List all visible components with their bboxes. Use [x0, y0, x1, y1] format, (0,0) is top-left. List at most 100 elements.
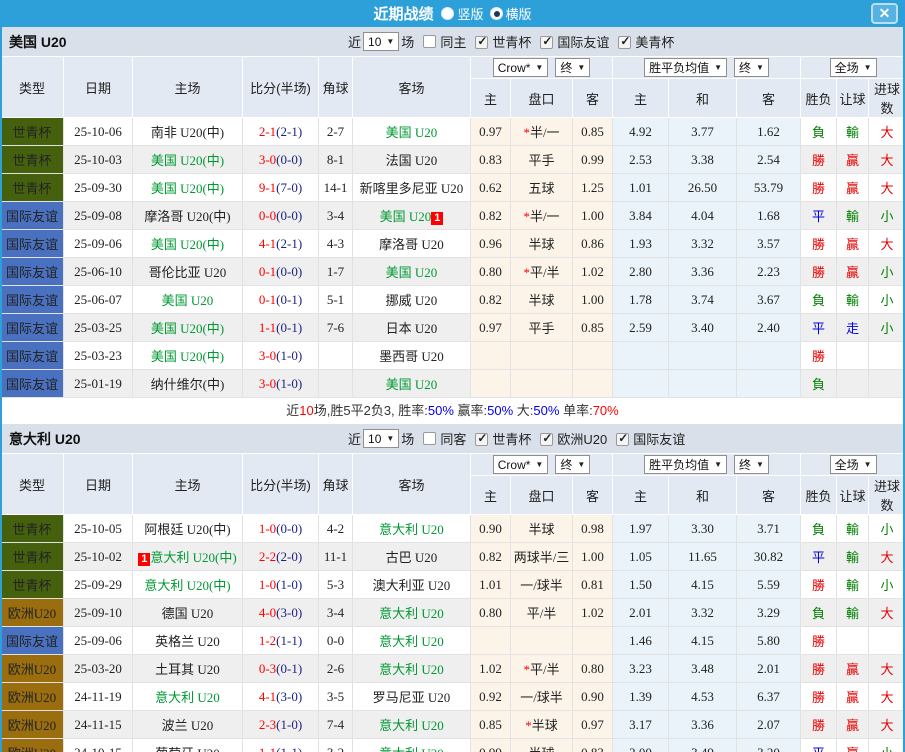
competition-checkbox[interactable] — [540, 431, 554, 446]
competition-checkbox[interactable] — [618, 34, 632, 49]
team-label: 挪威 U20 — [385, 293, 438, 308]
match-row: 欧洲U20 24-11-19 意大利 U20 4-1(3-0) 3-5 罗马尼亚… — [0, 682, 905, 711]
match-row: 世青杯 25-09-30 美国 U20(中) 9-1(7-0) 14-1 新喀里… — [0, 173, 905, 202]
layout-radio-vertical-label[interactable]: 竖版 — [457, 4, 483, 23]
avg-final-select[interactable]: 终 ▼ — [734, 58, 769, 77]
summary-part: 近 — [286, 403, 300, 418]
layout-radio-horizontal[interactable] — [489, 7, 503, 20]
same-venue-label: 同客 — [440, 432, 467, 447]
result-goals: 小 — [868, 570, 905, 599]
match-date: 25-09-06 — [63, 626, 133, 655]
avg-home: 1.78 — [612, 285, 669, 314]
match-date: 25-09-08 — [63, 201, 133, 230]
avg-draw: 3.77 — [668, 117, 737, 146]
match-row: 国际友谊 25-03-25 美国 U20(中) 1-1(0-1) 7-6 日本 … — [0, 313, 905, 342]
match-row: 国际友谊 25-06-10 哥伦比亚 U20 0-1(0-0) 1-7 美国 U… — [0, 257, 905, 286]
odds-away: 1.00 — [572, 542, 613, 571]
col-avg-away: 客 — [735, 78, 802, 118]
matches-table: 类型 日期 主场 比分(半场) 角球 客场 Crow* ▼ 终 ▼ 胜平负均值 … — [0, 56, 905, 398]
full-time-select[interactable]: 全场 ▼ — [829, 58, 877, 77]
handicap-line: *平/半 — [510, 654, 573, 683]
avg-home: 2.53 — [612, 145, 669, 174]
team-label: 波兰 U20 — [161, 718, 214, 733]
wdl-average-select[interactable]: 胜平负均值 ▼ — [644, 455, 727, 474]
odds-home — [470, 369, 511, 398]
col-corner: 角球 — [318, 56, 353, 118]
competition-type: 国际友谊 — [0, 369, 64, 398]
avg-draw: 3.49 — [668, 738, 737, 752]
team-label: 德国 U20 — [161, 606, 214, 621]
score: 1-1(1-1) — [242, 738, 319, 752]
avg-home: 4.92 — [612, 117, 669, 146]
wdl-average-select[interactable]: 胜平负均值 ▼ — [644, 58, 727, 77]
team-label: 美国 U20 — [161, 293, 214, 308]
bookmaker-select[interactable]: Crow* ▼ — [492, 455, 549, 474]
odds-home: 1.02 — [470, 654, 511, 683]
avg-draw: 3.36 — [668, 710, 737, 739]
result-group-header: 全场 ▼ — [800, 453, 905, 476]
competition-checkbox[interactable] — [540, 34, 554, 49]
odds-away: 0.98 — [572, 514, 613, 543]
score: 4-1(2-1) — [242, 229, 319, 258]
result-handicap: 贏 — [836, 257, 870, 286]
away-team: 日本 U20 — [352, 313, 471, 342]
result-handicap: 輸 — [836, 598, 870, 627]
filter-near-label: 近 — [348, 432, 362, 447]
competition-checkbox[interactable] — [616, 431, 630, 446]
avg-draw: 4.15 — [668, 570, 737, 599]
home-team: 美国 U20(中) — [132, 173, 243, 202]
avg-away: 2.01 — [735, 654, 802, 683]
handicap-line: *半球 — [510, 710, 573, 739]
competition-type: 国际友谊 — [0, 257, 64, 286]
handicap-line: 一/球半 — [510, 682, 573, 711]
col-avg-home: 主 — [612, 475, 669, 515]
team-label: 美国 U20(中) — [150, 237, 225, 252]
competition-checkbox[interactable] — [475, 431, 489, 446]
result-handicap: 贏 — [836, 229, 870, 258]
layout-radio-vertical[interactable] — [441, 7, 455, 20]
odds-final-select[interactable]: 终 ▼ — [555, 455, 591, 474]
match-count-select[interactable]: 10 ▼ — [363, 32, 400, 51]
match-row: 国际友谊 25-09-08 摩洛哥 U20(中) 0-0(0-0) 3-4 美国… — [0, 201, 905, 230]
close-button[interactable]: ✕ — [871, 3, 898, 24]
handicap-star: * — [523, 662, 530, 677]
competition-type: 世青杯 — [0, 570, 64, 599]
full-time-select[interactable]: 全场 ▼ — [829, 455, 877, 474]
result-handicap: 贏 — [836, 173, 870, 202]
result-wdl: 負 — [800, 369, 838, 398]
team-label: 日本 U20 — [385, 321, 438, 336]
home-team: 纳什维尔(中) — [132, 369, 243, 398]
result-goals: 小 — [868, 285, 905, 314]
odds-away: 0.97 — [572, 710, 613, 739]
result-wdl: 負 — [800, 285, 838, 314]
match-count-select[interactable]: 10 ▼ — [363, 429, 400, 448]
same-venue-checkbox[interactable] — [423, 35, 437, 48]
match-row: 世青杯 25-09-29 意大利 U20(中) 1-0(1-0) 5-3 澳大利… — [0, 570, 905, 599]
odds-final-select[interactable]: 终 ▼ — [555, 58, 591, 77]
bookmaker-select[interactable]: Crow* ▼ — [492, 58, 549, 77]
result-goals: 大 — [868, 654, 905, 683]
chevron-down-icon: ▼ — [386, 434, 395, 443]
avg-home: 1.01 — [612, 173, 669, 202]
away-team: 意大利 U20 — [352, 654, 471, 683]
same-venue-label: 同主 — [440, 35, 467, 50]
result-wdl: 平 — [800, 738, 838, 752]
col-avg-draw: 和 — [668, 475, 737, 515]
same-venue-checkbox[interactable] — [423, 432, 437, 445]
avg-away: 5.59 — [735, 570, 802, 599]
team-label: 意大利 U20 — [379, 746, 444, 752]
avg-final-select[interactable]: 终 ▼ — [734, 455, 769, 474]
result-wdl: 勝 — [800, 682, 838, 711]
odds-away: 0.80 — [572, 654, 613, 683]
away-team: 意大利 U20 — [352, 598, 471, 627]
odds-away: 0.85 — [572, 117, 613, 146]
home-team: 哥伦比亚 U20 — [132, 257, 243, 286]
avg-away: 3.57 — [735, 229, 802, 258]
chevron-down-icon: ▼ — [863, 63, 872, 72]
home-team: 土耳其 U20 — [132, 654, 243, 683]
match-row: 国际友谊 25-06-07 美国 U20 0-1(0-1) 5-1 挪威 U20… — [0, 285, 905, 314]
competition-checkbox[interactable] — [475, 34, 489, 49]
score: 4-0(3-0) — [242, 598, 319, 627]
avg-away: 2.07 — [735, 710, 802, 739]
layout-radio-horizontal-label[interactable]: 横版 — [506, 4, 532, 23]
